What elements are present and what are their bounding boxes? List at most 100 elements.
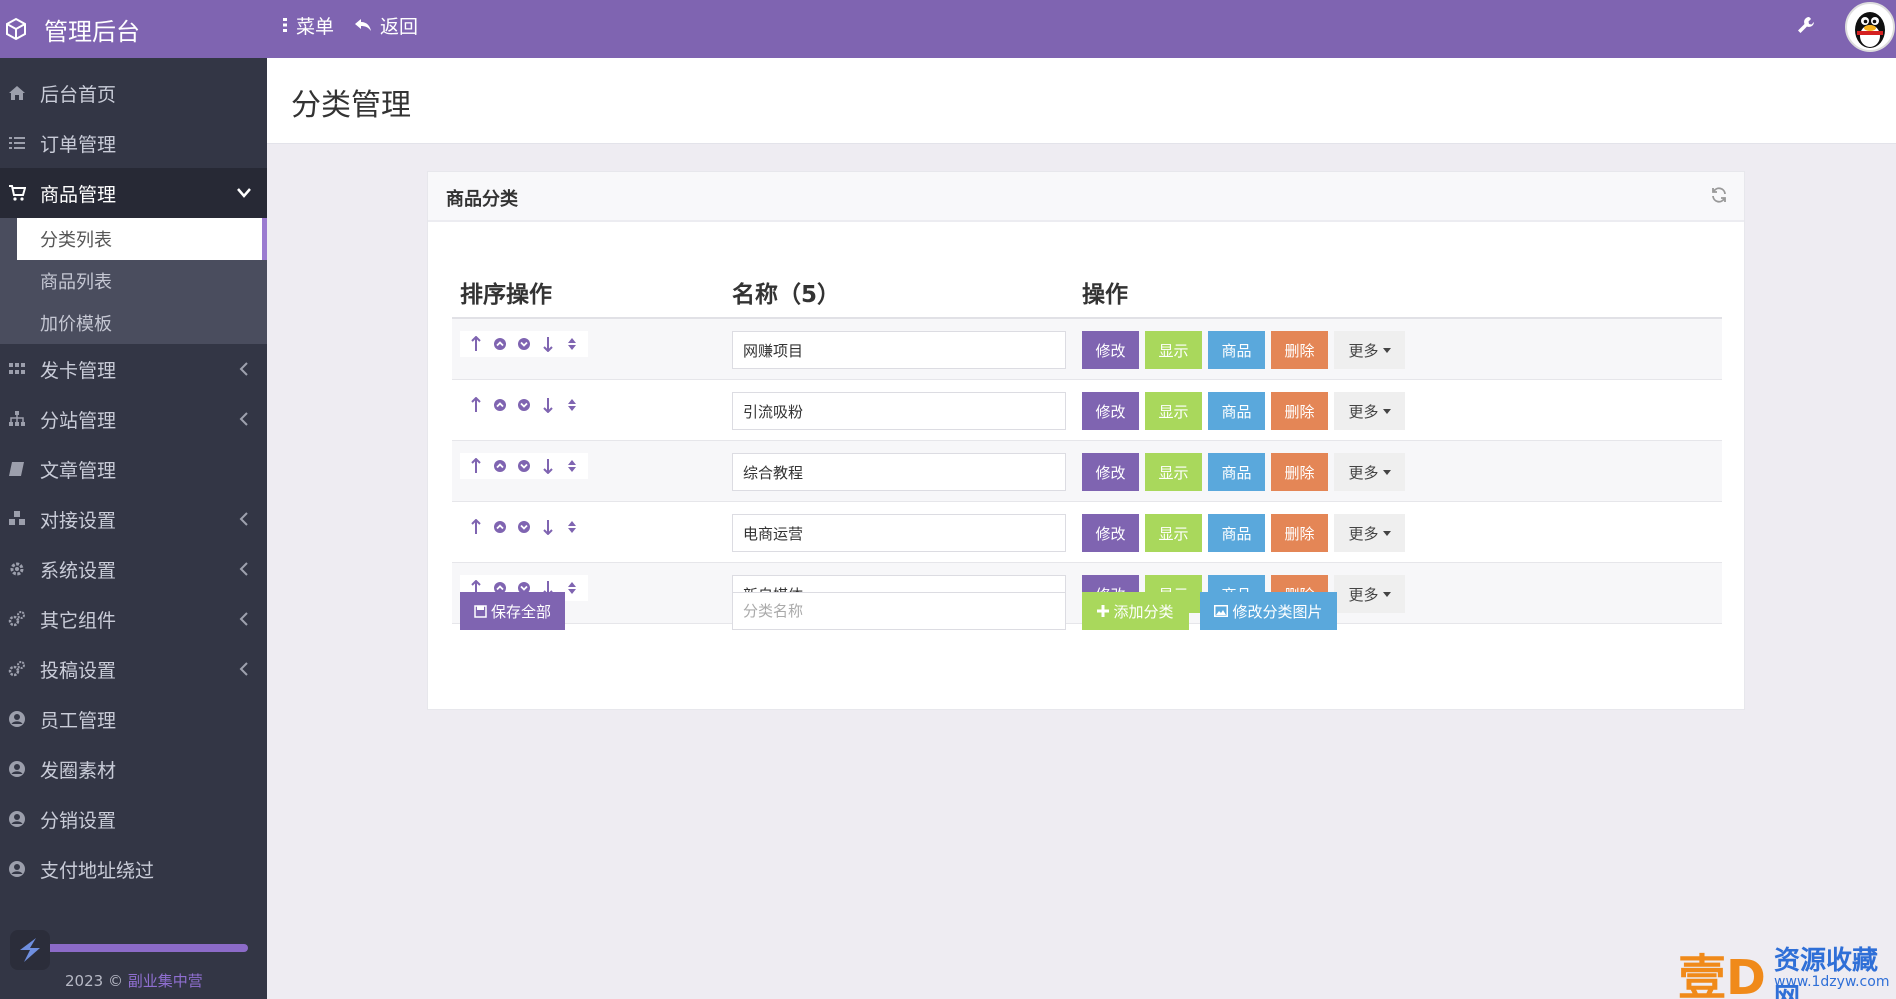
arrow-down-icon[interactable] — [539, 518, 557, 536]
table-row: 修改 显示 商品 删除 更多 — [452, 319, 1722, 380]
sidebar-item-label: 文章管理 — [40, 459, 117, 482]
chevron-circle-down-icon[interactable] — [515, 335, 533, 353]
more-button[interactable]: 更多 — [1334, 331, 1405, 369]
more-button-label: 更多 — [1348, 402, 1379, 421]
show-button-label: 显示 — [1158, 463, 1189, 482]
edit-category-images-label: 修改分类图片 — [1232, 602, 1323, 621]
back-button[interactable]: 返回 — [354, 12, 418, 39]
more-button[interactable]: 更多 — [1334, 453, 1405, 491]
show-button[interactable]: 显示 — [1145, 453, 1202, 491]
chevron-down-icon — [237, 188, 251, 198]
show-button-label: 显示 — [1158, 402, 1189, 421]
category-name-input[interactable] — [732, 514, 1066, 552]
sidebar-item-materials[interactable]: 发圈素材 — [0, 744, 267, 794]
sidebar-item-docking[interactable]: 对接设置 — [0, 494, 267, 544]
sort-icon[interactable] — [563, 518, 581, 536]
reply-icon — [355, 19, 372, 31]
sidebar-subitem-category-list[interactable]: 分类列表 — [17, 218, 267, 260]
delete-button[interactable]: 删除 — [1271, 514, 1328, 552]
category-name-input[interactable] — [732, 331, 1066, 369]
show-button[interactable]: 显示 — [1145, 392, 1202, 430]
sidebar-item-articles[interactable]: 文章管理 — [0, 444, 267, 494]
sidebar-item-orders[interactable]: 订单管理 — [0, 118, 267, 168]
sidebar-item-payment-bypass[interactable]: 支付地址绕过 — [0, 844, 267, 894]
goods-button[interactable]: 商品 — [1208, 392, 1265, 430]
sidebar-subitem-goods-list[interactable]: 商品列表 — [0, 260, 267, 302]
chevron-circle-up-icon[interactable] — [491, 518, 509, 536]
goods-button[interactable]: 商品 — [1208, 331, 1265, 369]
caret-down-icon — [1382, 469, 1391, 475]
sidebar-item-system[interactable]: 系统设置 — [0, 544, 267, 594]
watermark-url: www.1dzyw.com — [1774, 974, 1890, 990]
sidebar-subitem-price-template[interactable]: 加价模板 — [0, 302, 267, 344]
sidebar-item-staff[interactable]: 员工管理 — [0, 694, 267, 744]
delete-button[interactable]: 删除 — [1271, 392, 1328, 430]
more-button-label: 更多 — [1348, 524, 1379, 543]
more-button[interactable]: 更多 — [1334, 392, 1405, 430]
copyright-link[interactable]: 副业集中营 — [128, 972, 203, 990]
more-button-label: 更多 — [1348, 463, 1379, 482]
edit-button[interactable]: 修改 — [1082, 514, 1139, 552]
sidebar-item-submissions[interactable]: 投稿设置 — [0, 644, 267, 694]
sidebar-item-home[interactable]: 后台首页 — [0, 68, 267, 118]
more-button[interactable]: 更多 — [1334, 514, 1405, 552]
arrow-up-icon[interactable] — [467, 457, 485, 475]
save-icon — [474, 604, 487, 618]
brand[interactable]: 管理后台 — [0, 0, 267, 58]
delete-button-label: 删除 — [1284, 341, 1315, 360]
caret-down-icon — [1382, 530, 1391, 536]
user-circle-icon — [9, 711, 25, 727]
arrow-up-icon[interactable] — [467, 518, 485, 536]
arrow-down-icon[interactable] — [539, 396, 557, 414]
delete-button[interactable]: 删除 — [1271, 331, 1328, 369]
sort-controls — [460, 453, 588, 479]
category-name-input[interactable] — [732, 453, 1066, 491]
sidebar-item-distribution[interactable]: 分销设置 — [0, 794, 267, 844]
goods-button-label: 商品 — [1221, 524, 1252, 543]
chevron-circle-down-icon[interactable] — [515, 457, 533, 475]
show-button[interactable]: 显示 — [1145, 514, 1202, 552]
edit-button[interactable]: 修改 — [1082, 453, 1139, 491]
edit-category-images-button[interactable]: 修改分类图片 — [1200, 592, 1337, 630]
sort-icon[interactable] — [563, 335, 581, 353]
chevron-circle-down-icon[interactable] — [515, 396, 533, 414]
sidebar-item-goods[interactable]: 商品管理 — [0, 168, 267, 218]
chevron-circle-down-icon[interactable] — [515, 518, 533, 536]
sidebar-item-components[interactable]: 其它组件 — [0, 594, 267, 644]
list-icon — [9, 137, 25, 149]
sidebar-item-substations[interactable]: 分站管理 — [0, 394, 267, 444]
wrench-icon[interactable] — [1795, 14, 1817, 36]
add-category-button[interactable]: 添加分类 — [1082, 592, 1189, 630]
menu-button[interactable]: 菜单 — [282, 12, 334, 39]
save-all-button[interactable]: 保存全部 — [460, 592, 565, 630]
goods-button[interactable]: 商品 — [1208, 514, 1265, 552]
show-button[interactable]: 显示 — [1145, 331, 1202, 369]
refresh-icon[interactable] — [1710, 186, 1728, 204]
top-bar: 管理后台 菜单 返回 — [0, 0, 1896, 58]
edit-button[interactable]: 修改 — [1082, 392, 1139, 430]
sort-icon[interactable] — [563, 457, 581, 475]
arrow-up-icon[interactable] — [467, 396, 485, 414]
back-label: 返回 — [380, 15, 419, 38]
sort-icon[interactable] — [563, 396, 581, 414]
edit-button[interactable]: 修改 — [1082, 331, 1139, 369]
goods-button[interactable]: 商品 — [1208, 453, 1265, 491]
new-category-input[interactable] — [732, 592, 1066, 630]
watermark-text: 资源收藏网 — [1774, 946, 1879, 999]
sort-controls — [460, 331, 588, 357]
sidebar-item-label: 分站管理 — [40, 409, 117, 432]
chevron-circle-up-icon[interactable] — [491, 457, 509, 475]
sort-controls — [460, 392, 588, 418]
arrow-down-icon[interactable] — [539, 457, 557, 475]
penguin-avatar-icon — [1855, 12, 1885, 48]
avatar[interactable] — [1845, 2, 1895, 52]
arrow-down-icon[interactable] — [539, 335, 557, 353]
category-name-input[interactable] — [732, 392, 1066, 430]
chevron-circle-up-icon[interactable] — [491, 335, 509, 353]
gear-icon — [10, 562, 24, 576]
delete-button[interactable]: 删除 — [1271, 453, 1328, 491]
chevron-left-icon — [239, 412, 248, 426]
chevron-circle-up-icon[interactable] — [491, 396, 509, 414]
sidebar-item-cards[interactable]: 发卡管理 — [0, 344, 267, 394]
arrow-up-icon[interactable] — [467, 335, 485, 353]
